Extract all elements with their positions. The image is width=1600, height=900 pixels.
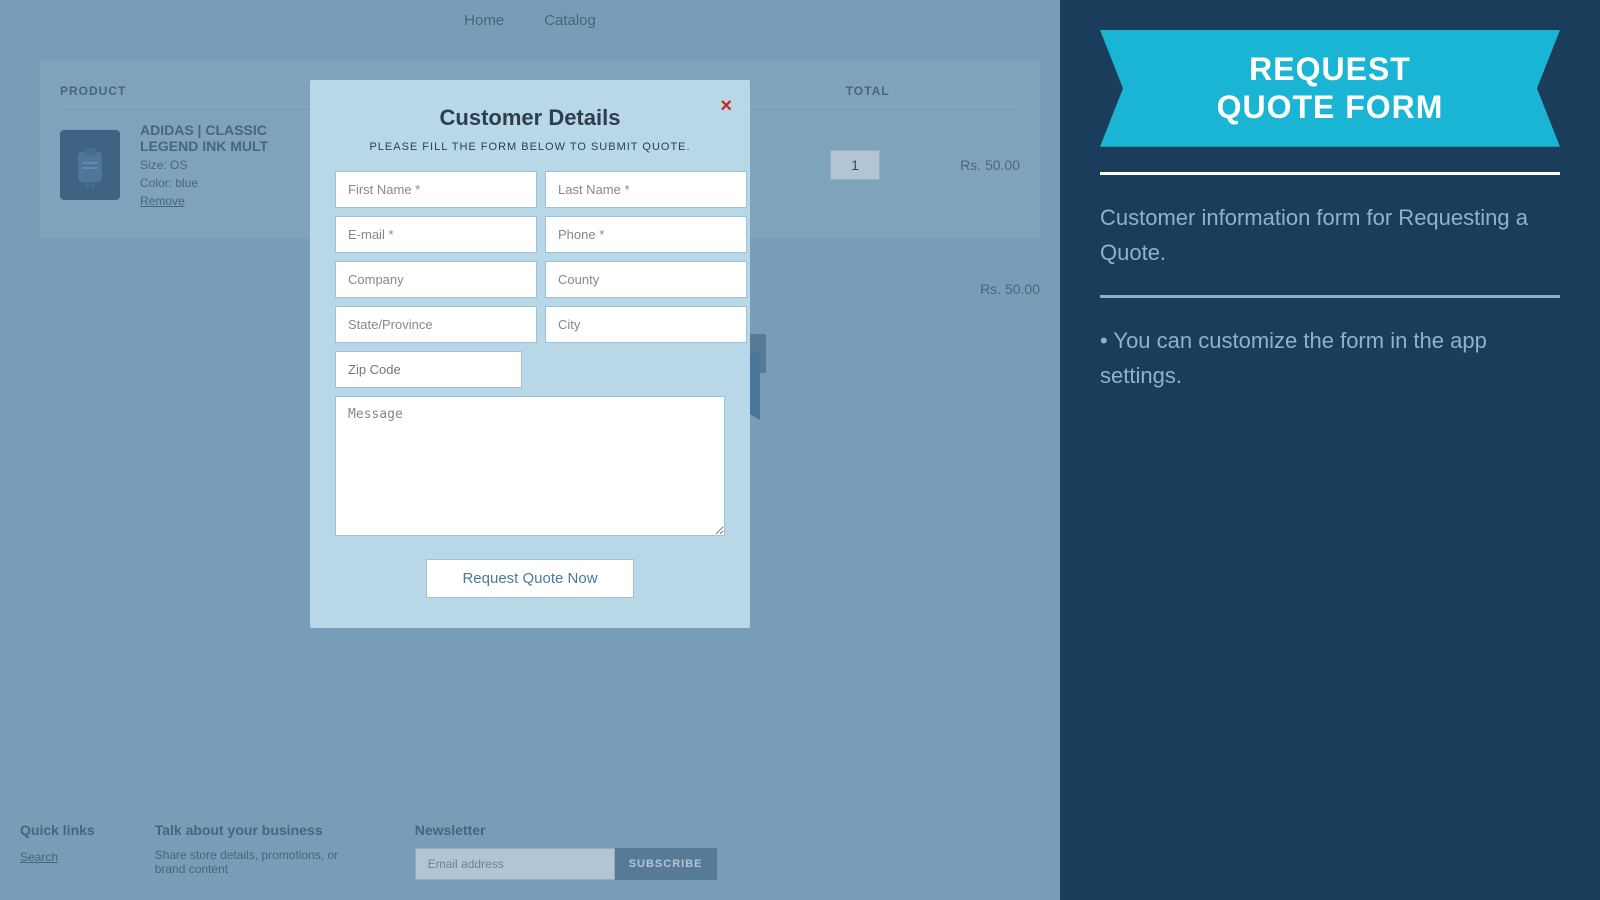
- modal-overlay: Customer Details PLEASE FILL THE FORM BE…: [0, 0, 1060, 900]
- zip-code-input[interactable]: [335, 351, 522, 388]
- right-sidebar: REQUEST QUOTE FORM Customer information …: [1060, 0, 1600, 900]
- modal-close-button[interactable]: ×: [720, 95, 732, 118]
- submit-quote-button[interactable]: Request Quote Now: [426, 559, 633, 598]
- state-province-input[interactable]: [335, 306, 537, 343]
- company-county-row: [335, 261, 725, 298]
- message-textarea[interactable]: [335, 396, 725, 536]
- phone-input[interactable]: [545, 216, 747, 253]
- banner-line1: REQUEST: [1140, 50, 1520, 88]
- name-row: [335, 171, 725, 208]
- sidebar-divider-2: [1100, 295, 1560, 298]
- sidebar-description: Customer information form for Requesting…: [1100, 200, 1560, 270]
- city-input[interactable]: [545, 306, 747, 343]
- banner-line2: QUOTE FORM: [1140, 88, 1520, 126]
- last-name-input[interactable]: [545, 171, 747, 208]
- company-input[interactable]: [335, 261, 537, 298]
- sidebar-divider-1: [1100, 172, 1560, 175]
- request-quote-banner: REQUEST QUOTE FORM: [1100, 30, 1560, 147]
- county-input[interactable]: [545, 261, 747, 298]
- state-city-row: [335, 306, 725, 343]
- contact-row: [335, 216, 725, 253]
- modal-subtitle: PLEASE FILL THE FORM BELOW TO SUBMIT QUO…: [335, 141, 725, 153]
- customer-details-modal: Customer Details PLEASE FILL THE FORM BE…: [310, 80, 750, 628]
- email-input[interactable]: [335, 216, 537, 253]
- first-name-input[interactable]: [335, 171, 537, 208]
- zip-row: [335, 351, 725, 388]
- modal-title: Customer Details: [335, 105, 725, 131]
- sidebar-note: • You can customize the form in the app …: [1100, 323, 1560, 393]
